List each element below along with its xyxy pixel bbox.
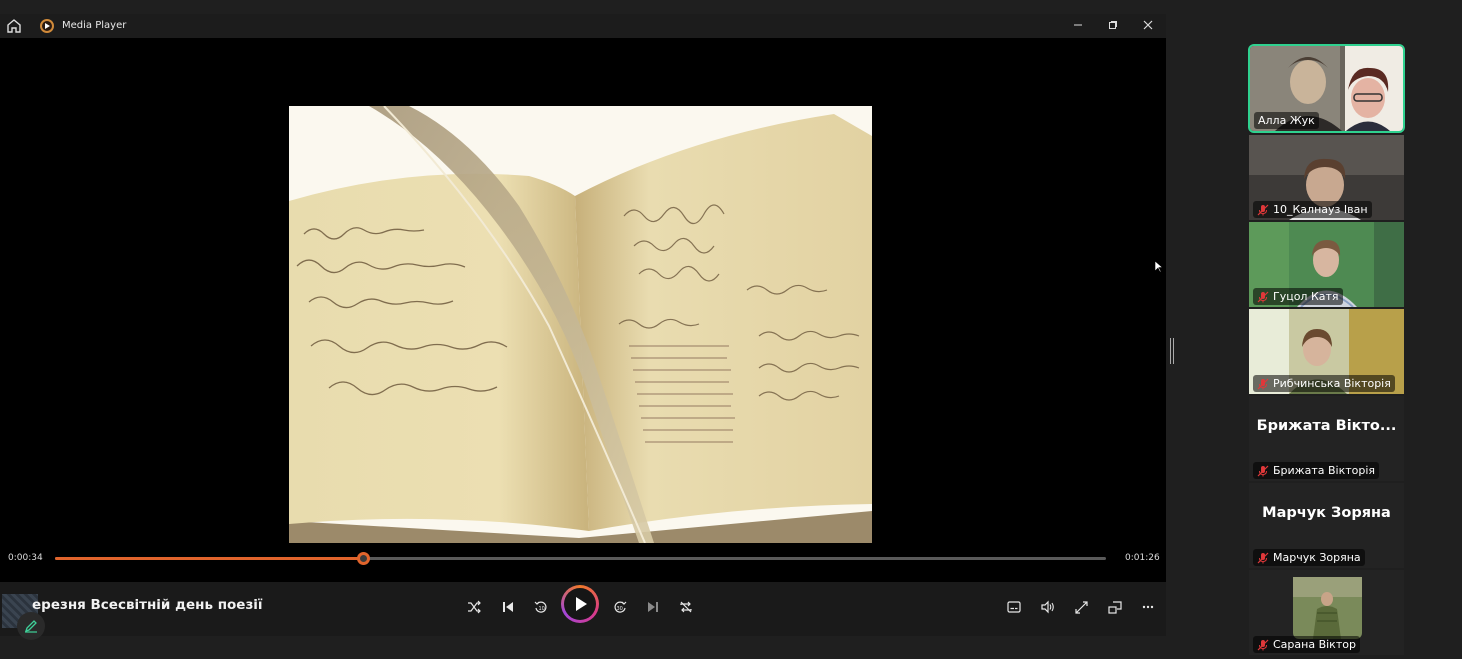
close-button[interactable] [1137,17,1159,35]
next-button[interactable] [641,595,665,619]
participant-name: Рибчинська Вікторія [1273,377,1391,390]
repeat-off-icon [680,601,692,613]
close-icon [1143,20,1153,30]
participant-tile-5[interactable]: Брижата Вікто... Брижата Вікторія [1249,396,1404,481]
subtitles-icon [1007,601,1021,613]
svg-text:10: 10 [539,606,545,612]
seek-bar[interactable] [55,552,1106,565]
participant-display-name: Марчук Зоряна [1262,505,1391,521]
mini-player-icon [1108,600,1122,614]
participant-name-tag: Брижата Вікторія [1253,462,1380,479]
mic-off-icon [1257,639,1269,650]
more-options-button[interactable] [1136,595,1160,619]
media-player-app-icon [40,19,54,33]
participant-name: 10_Калнауз Іван [1273,203,1368,216]
subtitles-button[interactable] [1002,595,1026,619]
shuffle-button[interactable] [462,595,486,619]
skip-previous-icon [503,602,513,612]
restore-button[interactable] [1102,17,1124,35]
participant-display-name: Брижата Вікто... [1256,418,1397,434]
svg-text:30: 30 [617,606,623,612]
volume-button[interactable] [1036,595,1060,619]
media-title: ерезня Всесвітній день поезії [32,597,263,613]
total-time: 0:01:26 [1125,553,1160,563]
participant-name-tag: Алла Жук [1254,112,1319,129]
home-icon[interactable] [6,18,22,34]
participant-tile-7[interactable]: Сарана Віктор [1249,570,1404,655]
mic-off-icon [1257,204,1269,215]
participant-name: Брижата Вікторія [1273,464,1376,477]
mic-off-icon [1257,552,1269,563]
media-player-window: Media Player 0:00:34 0:01:26 ерезня Всес… [0,14,1166,640]
controls-bar: ерезня Всесвітній день поезії 10 30 [0,582,1166,640]
forward-30-icon: 30 [614,601,627,613]
participant-avatar [1293,577,1362,639]
mouse-cursor-icon [1155,261,1163,273]
video-image [289,106,872,543]
fullscreen-icon [1074,600,1088,614]
forward-30-button[interactable]: 30 [608,595,632,619]
participant-name: Гуцол Катя [1273,290,1339,303]
panel-resize-handle[interactable] [1170,338,1174,364]
minimize-icon [1074,24,1082,26]
participant-name-tag: Сарана Віктор [1253,636,1360,653]
volume-icon [1041,600,1054,614]
skip-next-icon [648,602,658,612]
more-icon [1142,605,1154,609]
minimize-button[interactable] [1067,17,1089,35]
title-bar: Media Player [0,14,1166,38]
pen-icon [24,620,37,633]
participant-tile-1[interactable]: Алла Жук [1248,44,1405,133]
mic-off-icon [1257,465,1269,476]
participant-name-tag: Рибчинська Вікторія [1253,375,1395,392]
play-button[interactable] [561,585,599,623]
participant-name-tag: Гуцол Катя [1253,288,1343,305]
rewind-10-icon: 10 [534,601,547,613]
mic-off-icon [1257,291,1269,302]
annotate-button[interactable] [17,612,45,640]
restore-icon [1109,21,1117,29]
seek-bar-thumb[interactable] [356,552,370,565]
participant-name: Сарана Віктор [1273,638,1356,651]
seek-bar-progress [55,557,363,560]
video-frame[interactable] [289,106,872,543]
participant-tile-3[interactable]: Гуцол Катя [1249,222,1404,307]
mini-player-button[interactable] [1103,595,1127,619]
current-time: 0:00:34 [8,553,43,563]
fullscreen-button[interactable] [1069,595,1093,619]
participant-tile-4[interactable]: Рибчинська Вікторія [1249,309,1404,394]
repeat-off-button[interactable] [674,595,698,619]
participant-name: Алла Жук [1258,114,1315,127]
participant-tile-2[interactable]: 10_Калнауз Іван [1249,135,1404,220]
participant-name: Марчук Зоряна [1273,551,1361,564]
shuffle-icon [468,600,481,614]
participant-tile-6[interactable]: Марчук Зоряна Марчук Зоряна [1249,483,1404,568]
participant-name-tag: Марчук Зоряна [1253,549,1365,566]
window-title: Media Player [62,20,127,31]
participant-name-tag: 10_Калнауз Іван [1253,201,1372,218]
play-icon [564,588,596,620]
rewind-10-button[interactable]: 10 [529,595,553,619]
mic-off-icon [1257,378,1269,389]
previous-button[interactable] [496,595,520,619]
